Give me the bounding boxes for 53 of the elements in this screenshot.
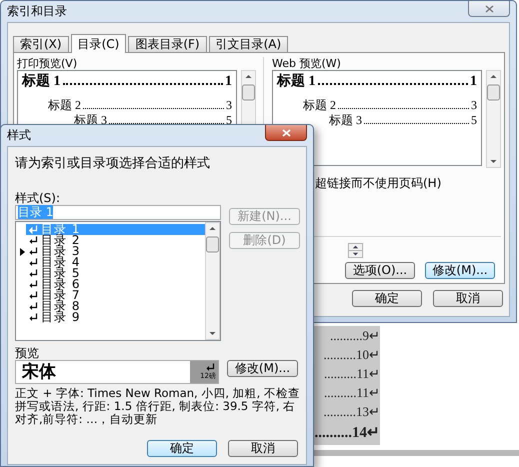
page-number: 3 [471,97,477,113]
spinner[interactable] [347,242,364,258]
list-item[interactable]: 目录 5 [26,268,80,279]
heading-text: 标题 1 [277,73,316,91]
window-title: 索引和目录 [7,3,67,20]
tab[interactable]: 索引(X) [13,36,69,52]
tab[interactable]: 图表目录(F) [128,36,207,52]
page-number: 5 [226,113,232,127]
list-item[interactable]: 目录 4 [26,257,80,268]
font-name: 宋体 [20,361,56,383]
style-name: 目录 2 [41,235,80,246]
style-name: 目录 7 [41,290,80,301]
style-name: 目录 5 [41,268,80,279]
button[interactable]: 确定 [147,440,217,457]
page-number: 1 [225,73,232,91]
button[interactable]: 取消 [433,290,503,307]
return-icon [206,363,215,372]
heading-text: 标题 3 [329,113,362,127]
page-number: 3 [226,97,232,113]
style-name: 目录 9 [41,312,80,323]
list-item[interactable]: 目录 3 [26,246,80,257]
button[interactable]: 取消 [228,440,298,457]
preview-label: Web 预览(W) [272,57,342,70]
preview-label: 预览 [15,346,40,360]
option-label: 超链接而不使用页码(H) [315,175,442,192]
button[interactable]: 修改(M)... [227,360,298,377]
style-name: 目录 4 [41,257,80,268]
style-description: 正文 + 字体: Times New Roman, 小四, 加粗, 不检查拼写或语法, 行距: 1.5 倍行距, 制表位: 39.5 字符, 右对齐,前导符: …，自动更新 [15,387,301,426]
button[interactable]: 确定 [352,290,422,307]
button[interactable]: 选项(O)... [345,262,415,279]
heading-text: 标题 2 [48,97,81,113]
close-button[interactable] [265,125,307,141]
style-name: 目录 3 [41,246,80,257]
list-item[interactable]: 目录 8 [26,301,80,312]
page-number: 5 [471,113,477,127]
style-name: 目录 8 [41,301,80,312]
button[interactable]: 修改(M)... [425,262,495,279]
preview-label: 打印预览(V) [17,57,78,70]
style-name: 目录 6 [41,279,80,290]
prompt-text: 请为索引或目录项选择合适的样式 [15,155,211,173]
list-item[interactable]: 目录 9 [26,312,80,323]
field-label: 样式(S): [15,191,62,205]
list-item[interactable]: 目录 2 [26,235,80,246]
window-title: 样式 [7,127,31,144]
list-item[interactable]: 目录 6 [26,279,80,290]
tab[interactable]: 目录(C) [70,34,126,53]
page-number: 1 [470,73,477,91]
heading-text: 标题 2 [303,97,336,113]
list-item[interactable]: 目录 7 [26,290,80,301]
scrollbar[interactable] [205,222,220,340]
heading-text: 标题 1 [22,73,60,91]
scrollbar[interactable] [486,70,501,168]
tab[interactable]: 引文目录(A) [208,36,288,52]
